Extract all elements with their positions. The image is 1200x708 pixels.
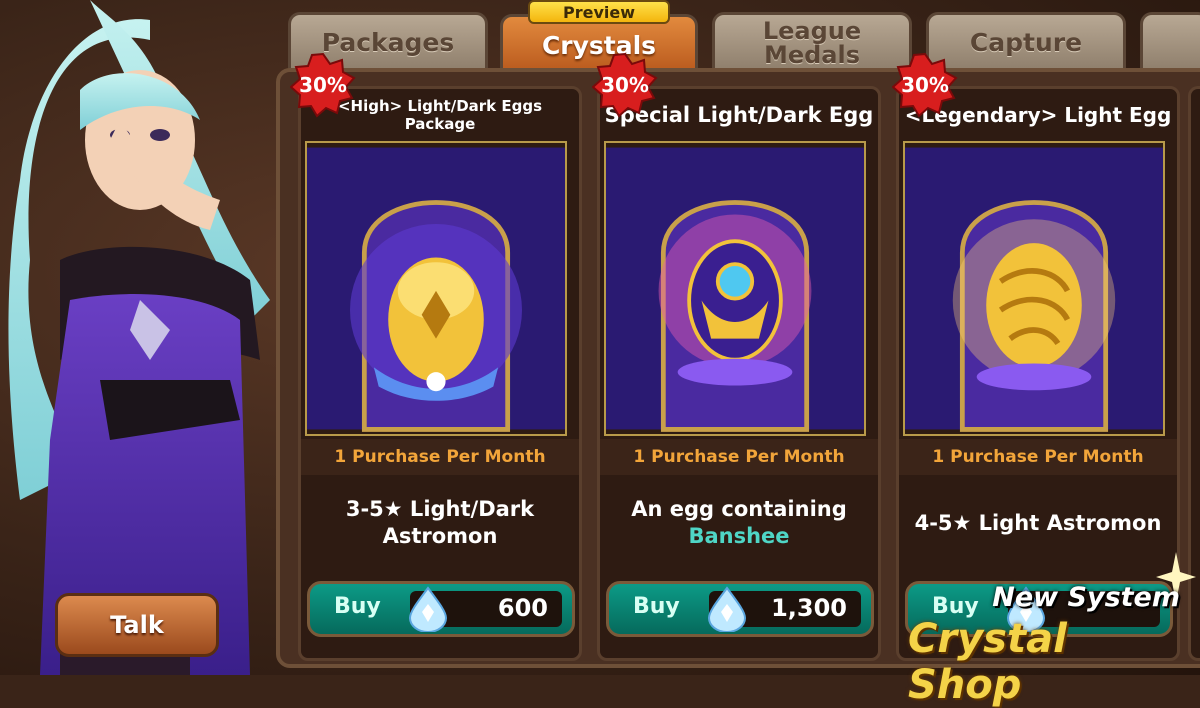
preview-badge: Preview (528, 0, 670, 24)
promo-overlay: New System Crystal Shop (908, 552, 1198, 708)
shop-card-special-light-dark-egg[interactable]: Special Light/Dark Egg 1 Purchase Per Mo… (597, 86, 881, 661)
shop-card-high-light-dark-eggs[interactable]: <High> Light/Dark Eggs Package 1 Purchas… (298, 86, 582, 661)
discount-badge: 30% (592, 52, 658, 118)
promo-subtitle: New System (992, 582, 1180, 613)
price-value: 600 (497, 594, 548, 622)
crystal-icon (707, 586, 747, 632)
character-portrait (8, 0, 270, 675)
discount-badge: 30% (892, 52, 958, 118)
egg-art-emblem (604, 141, 866, 436)
purchase-limit: 1 Purchase Per Month (600, 439, 878, 475)
purchase-limit: 1 Purchase Per Month (899, 439, 1177, 475)
shop-card-legendary-light-egg[interactable]: <Legendary> Light Egg 1 Purchase Per Mon… (896, 86, 1180, 661)
card-description: 4-5★ Light Astromon (914, 510, 1162, 535)
promo-title: Crystal Shop (908, 616, 1067, 708)
egg-art-gold-swirl (903, 141, 1165, 436)
crystal-icon (408, 586, 448, 632)
card-description: 3-5★ Light/Dark Astromon (345, 497, 535, 548)
purchase-limit: 1 Purchase Per Month (301, 439, 579, 475)
egg-art-golden (305, 141, 567, 436)
svg-text:30%: 30% (601, 73, 649, 97)
card-description: An egg containing Banshee (631, 497, 847, 548)
price-value: 1,300 (771, 594, 847, 622)
talk-button[interactable]: Talk (55, 593, 219, 657)
tab-more[interactable] (1140, 12, 1200, 70)
tab-league-medals[interactable]: League Medals (712, 12, 912, 70)
discount-badge: 30% (290, 52, 356, 118)
svg-text:30%: 30% (299, 73, 347, 97)
buy-button[interactable]: Buy 1,300 (606, 581, 874, 637)
svg-text:30%: 30% (901, 73, 949, 97)
buy-button[interactable]: Buy 600 (307, 581, 575, 637)
